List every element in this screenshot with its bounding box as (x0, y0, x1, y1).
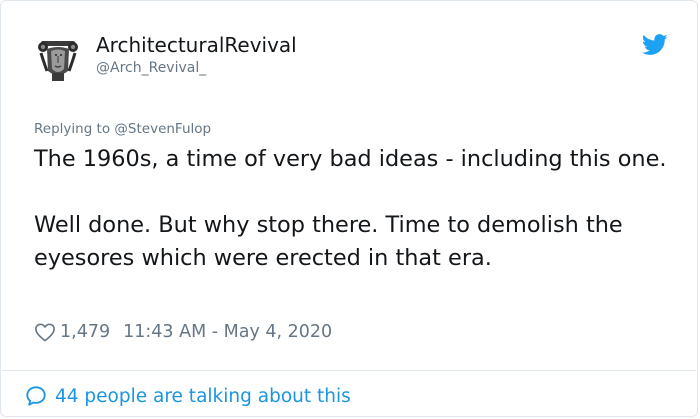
avatar[interactable] (35, 37, 81, 83)
author-display-name[interactable]: ArchitecturalRevival (96, 33, 297, 57)
tweet-text: The 1960s, a time of very bad ideas - in… (34, 143, 684, 275)
conversation-label[interactable]: 44 people are talking about this (55, 386, 351, 407)
reply-prefix: Replying to (34, 121, 111, 137)
author-handle[interactable]: @Arch_Revival_ (96, 60, 206, 76)
tweet-paragraph: The 1960s, a time of very bad ideas - in… (34, 146, 667, 172)
twitter-bird-icon[interactable] (642, 34, 668, 56)
reply-mention-link[interactable]: @StevenFulop (114, 121, 211, 137)
conversation-link[interactable]: 44 people are talking about this (25, 383, 351, 409)
heart-icon[interactable] (34, 322, 56, 342)
timestamp[interactable]: 11:43 AM - May 4, 2020 (123, 322, 332, 342)
tweet-meta: 1,479 11:43 AM - May 4, 2020 (34, 319, 332, 345)
reply-context: Replying to @StevenFulop (34, 121, 211, 137)
tweet-card: ArchitecturalRevival @Arch_Revival_ Repl… (0, 0, 698, 417)
like-count[interactable]: 1,479 (60, 322, 110, 342)
tweet-paragraph: Well done. But why stop there. Time to d… (34, 212, 623, 271)
divider (2, 370, 696, 371)
speech-bubble-icon (26, 386, 46, 406)
